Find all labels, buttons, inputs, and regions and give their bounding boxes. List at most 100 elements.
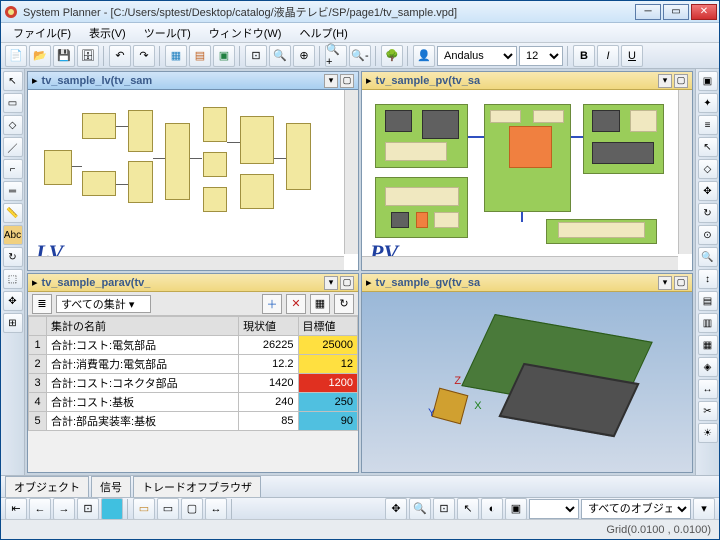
gv-orientation-cube[interactable] (431, 388, 468, 425)
tab-object[interactable]: オブジェクト (5, 476, 89, 498)
view-top-icon[interactable]: ▤ (698, 291, 718, 311)
move-icon[interactable]: ✥ (3, 291, 23, 311)
dim-icon[interactable]: ↔ (205, 498, 227, 520)
walk-icon[interactable]: ↕ (698, 269, 718, 289)
explode-icon[interactable]: ✦ (698, 93, 718, 113)
col-name[interactable]: 集計の名前 (47, 317, 239, 336)
save-all-icon[interactable]: 🗄 (77, 45, 99, 67)
shape-icon[interactable]: ◇ (3, 115, 23, 135)
tag-icon[interactable]: Abc (3, 225, 23, 245)
props-icon[interactable]: ▦ (310, 294, 330, 314)
target-icon[interactable]: ⊕ (293, 45, 315, 67)
maximize-button[interactable]: ▭ (663, 4, 689, 20)
close-button[interactable]: ✕ (691, 4, 717, 20)
menu-help[interactable]: ヘルプ(H) (291, 23, 355, 43)
lv-panel-title[interactable]: ▸ tv_sample_lv(tv_sam ▾ ▢ (28, 72, 358, 90)
font-name-select[interactable]: Andalus (437, 46, 517, 66)
delete-icon[interactable]: ✕ (286, 294, 306, 314)
save-icon[interactable]: 💾 (53, 45, 75, 67)
grid-icon[interactable]: ▦ (165, 45, 187, 67)
nav-prev-icon[interactable]: ← (29, 498, 51, 520)
panel-max-icon[interactable]: ▢ (674, 74, 688, 88)
ruler-icon[interactable]: 📏 (3, 203, 23, 223)
scale-select[interactable] (529, 499, 579, 519)
cube-icon[interactable]: ▣ (698, 71, 718, 91)
toggle-icon[interactable]: ◐ (481, 498, 503, 520)
measure-icon[interactable]: ↔ (698, 379, 718, 399)
tab-signal[interactable]: 信号 (91, 476, 131, 498)
table-row[interactable]: 4合計:コスト:基板240250 (29, 393, 358, 412)
layers2-icon[interactable]: ≡ (698, 115, 718, 135)
cursor-icon[interactable]: ↖ (698, 137, 718, 157)
panel-dropdown-icon[interactable]: ▾ (324, 74, 338, 88)
zoom-fit-icon[interactable]: ⊡ (245, 45, 267, 67)
menu-tool[interactable]: ツール(T) (136, 23, 199, 43)
open-icon[interactable]: 📂 (29, 45, 51, 67)
view-side-icon[interactable]: ▦ (698, 335, 718, 355)
pv-panel-title[interactable]: ▸ tv_sample_pv(tv_sa ▾ ▢ (362, 72, 692, 90)
object-filter-select[interactable]: すべてのオブジェクト (581, 499, 691, 519)
table-row[interactable]: 2合計:消費電力:電気部品12.212 (29, 355, 358, 374)
extra-icon[interactable]: ▾ (693, 498, 715, 520)
wire-icon[interactable]: ⌐ (3, 159, 23, 179)
view-iso-icon[interactable]: ◈ (698, 357, 718, 377)
underline-icon[interactable]: U (621, 45, 643, 67)
rect3-icon[interactable]: ▢ (181, 498, 203, 520)
snap-icon[interactable]: ⊡ (77, 498, 99, 520)
gv-panel-title[interactable]: ▸ tv_sample_gv(tv_sa ▾ ▢ (362, 274, 692, 292)
menu-window[interactable]: ウィンドウ(W) (201, 23, 290, 43)
refresh-icon[interactable]: ↻ (334, 294, 354, 314)
list-icon[interactable]: ≣ (32, 294, 52, 314)
rect-icon[interactable]: ▭ (133, 498, 155, 520)
rotate-icon[interactable]: ↻ (3, 247, 23, 267)
scrollbar-v[interactable] (678, 90, 692, 254)
fit-icon[interactable]: ⊡ (433, 498, 455, 520)
nav-right-icon[interactable]: → (53, 498, 75, 520)
scrollbar-v[interactable] (344, 90, 358, 254)
rect2-icon[interactable]: ▭ (157, 498, 179, 520)
rotate3d-icon[interactable]: ↻ (698, 203, 718, 223)
shape2-icon[interactable]: ◇ (698, 159, 718, 179)
zoom-area-icon[interactable]: 🔍 (269, 45, 291, 67)
panel-dropdown-icon[interactable]: ▾ (324, 276, 338, 290)
undo-icon[interactable]: ↶ (109, 45, 131, 67)
panel-max-icon[interactable]: ▢ (340, 74, 354, 88)
italic-icon[interactable]: I (597, 45, 619, 67)
panel-dropdown-icon[interactable]: ▾ (658, 276, 672, 290)
marquee-icon[interactable]: ⬚ (3, 269, 23, 289)
menu-file[interactable]: ファイル(F) (5, 23, 79, 43)
table-row[interactable]: 1合計:コスト:電気部品2622525000 (29, 336, 358, 355)
zoom2-icon[interactable]: 🔍 (698, 247, 718, 267)
table-row[interactable]: 3合計:コスト:コネクタ部品14201200 (29, 374, 358, 393)
gv-canvas[interactable]: Z X Y (362, 292, 692, 472)
zoom-in-icon[interactable]: 🔍+ (325, 45, 347, 67)
panel-dropdown-icon[interactable]: ▾ (658, 74, 672, 88)
scrollbar-h[interactable] (362, 256, 678, 270)
pan2-icon[interactable]: ✥ (385, 498, 407, 520)
minimize-button[interactable]: ─ (635, 4, 661, 20)
bold-icon[interactable]: B (573, 45, 595, 67)
zoom-out-icon[interactable]: 🔍- (349, 45, 371, 67)
region-icon[interactable]: ▣ (213, 45, 235, 67)
select-icon[interactable]: ▭ (3, 93, 23, 113)
user-icon[interactable]: 👤 (413, 45, 435, 67)
table-row[interactable]: 5合計:部品実装率:基板8590 (29, 412, 358, 431)
redo-icon[interactable]: ↷ (133, 45, 155, 67)
col-target[interactable]: 目標値 (298, 317, 357, 336)
pv-canvas[interactable]: PV (362, 90, 692, 270)
aggregate-select[interactable]: すべての集計 ▾ (56, 295, 151, 313)
param-panel-title[interactable]: ▸ tv_sample_parav(tv_ ▾ ▢ (28, 274, 358, 292)
new-icon[interactable]: 📄 (5, 45, 27, 67)
menu-view[interactable]: 表示(V) (81, 23, 134, 43)
pick-icon[interactable]: ↖ (457, 498, 479, 520)
section-icon[interactable]: ✂ (698, 401, 718, 421)
scrollbar-h[interactable] (28, 256, 344, 270)
zoom3-icon[interactable]: 🔍 (409, 498, 431, 520)
font-size-select[interactable]: 12 (519, 46, 563, 66)
col-current[interactable]: 現状値 (239, 317, 298, 336)
render-icon[interactable]: ▣ (505, 498, 527, 520)
pan-icon[interactable]: ✥ (698, 181, 718, 201)
group-icon[interactable]: ⊞ (3, 313, 23, 333)
color-icon[interactable] (101, 498, 123, 520)
nav-first-icon[interactable]: ⇤ (5, 498, 27, 520)
